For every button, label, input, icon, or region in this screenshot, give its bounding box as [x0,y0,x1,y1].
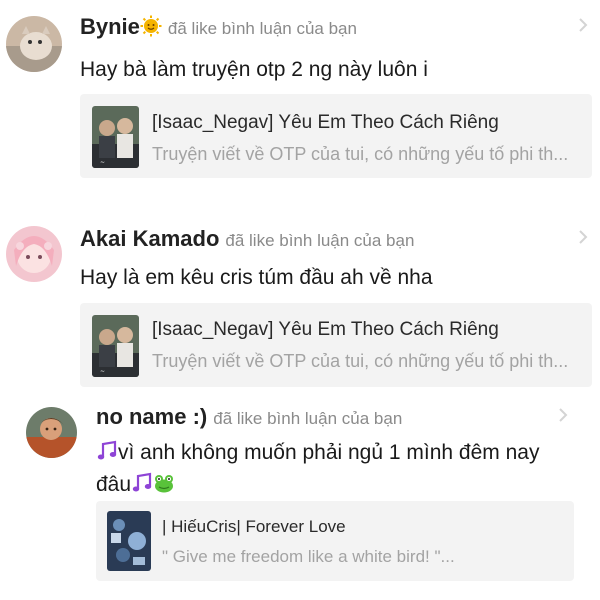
svg-text:~: ~ [100,159,105,166]
story-description: Truyện viết về OTP của tui, có những yếu… [152,351,569,371]
svg-text:~: ~ [100,368,105,375]
sun-face-icon [140,15,162,42]
action-text: đã like bình luận của bạn [225,231,415,250]
music-note-icon [131,472,153,502]
avatar[interactable] [6,226,62,282]
comment-line-2: đâu [96,473,132,496]
story-title: [Isaac_Negav] Yêu Em Theo Cách Riêng [152,319,499,340]
notification-item[interactable]: Bynie đã like bình luận của bạn Hay bà là… [0,0,600,200]
music-note-icon [96,440,118,470]
username[interactable]: Akai Kamado [80,226,219,251]
action-text: đã like bình luận của bạn [213,409,403,428]
story-card[interactable]: | HiếuCris| Forever Love " Give me freed… [96,501,574,581]
action-text: đã like bình luận của bạn [167,19,357,38]
story-cover: ~ [92,106,139,168]
story-title: | HiếuCris| Forever Love [162,517,346,536]
username[interactable]: Bynie [80,14,140,39]
story-description: " Give me freedom like a white bird! "..… [162,547,455,566]
notification-item[interactable]: Akai Kamado đã like bình luận của bạn Hay… [0,210,600,400]
chevron-right-icon[interactable] [577,229,589,250]
story-cover [107,511,151,571]
avatar[interactable] [26,407,77,458]
comment-text: vì anh không muốn phải ngủ 1 mình đêm na… [96,438,576,502]
story-description: Truyện viết về OTP của tui, có những yếu… [152,144,569,164]
avatar[interactable] [6,16,62,72]
comment-line-1: vì anh không muốn phải ngủ 1 mình đêm na… [118,441,540,464]
story-cover: ~ [92,315,139,377]
frog-icon [153,472,175,502]
story-card[interactable]: ~ [Isaac_Negav] Yêu Em Theo Cách Riêng T… [80,94,592,178]
chevron-right-icon[interactable] [557,407,569,428]
comment-text: Hay là em kêu cris túm đầu ah về nha [80,266,433,289]
chevron-right-icon[interactable] [577,17,589,38]
comment-text: Hay bà làm truyện otp 2 ng này luôn i [80,58,428,81]
story-card[interactable]: ~ [Isaac_Negav] Yêu Em Theo Cách Riêng T… [80,303,592,387]
notification-item[interactable]: no name :) đã like bình luận của bạn vì a… [0,400,600,600]
username[interactable]: no name :) [96,404,207,429]
story-title: [Isaac_Negav] Yêu Em Theo Cách Riêng [152,112,499,133]
